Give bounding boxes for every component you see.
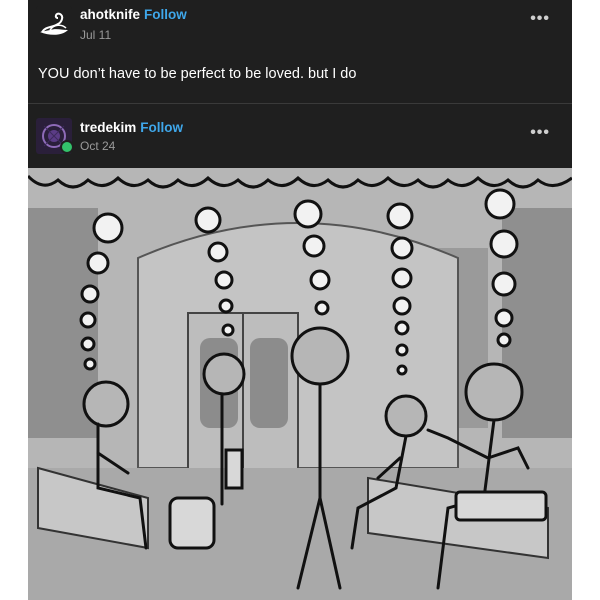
username-text[interactable]: tredekim (80, 120, 136, 135)
follow-button[interactable]: Follow (140, 120, 183, 135)
reblog-badge-icon (60, 140, 74, 154)
post-date[interactable]: Oct 24 (80, 139, 115, 153)
post-body-text: YOU don’t have to be perfect to be loved… (38, 66, 357, 82)
username-label[interactable]: ahotknife Follow (80, 7, 187, 22)
follow-button[interactable]: Follow (144, 7, 187, 22)
post-date[interactable]: Jul 11 (80, 28, 111, 42)
more-options-icon[interactable]: ••• (530, 124, 550, 142)
reblog-header: tredekim Follow Oct 24 ••• (28, 112, 572, 164)
post-divider (28, 103, 572, 104)
more-options-icon[interactable]: ••• (530, 10, 550, 28)
post-header: ahotknife Follow Jul 11 ••• (28, 0, 572, 52)
post-frame: ahotknife Follow Jul 11 ••• YOU don’t hav… (28, 0, 572, 600)
comic-image[interactable] (28, 168, 572, 600)
swan-avatar-icon[interactable] (36, 6, 72, 42)
username-label[interactable]: tredekim Follow (80, 120, 183, 135)
username-text[interactable]: ahotknife (80, 7, 140, 22)
